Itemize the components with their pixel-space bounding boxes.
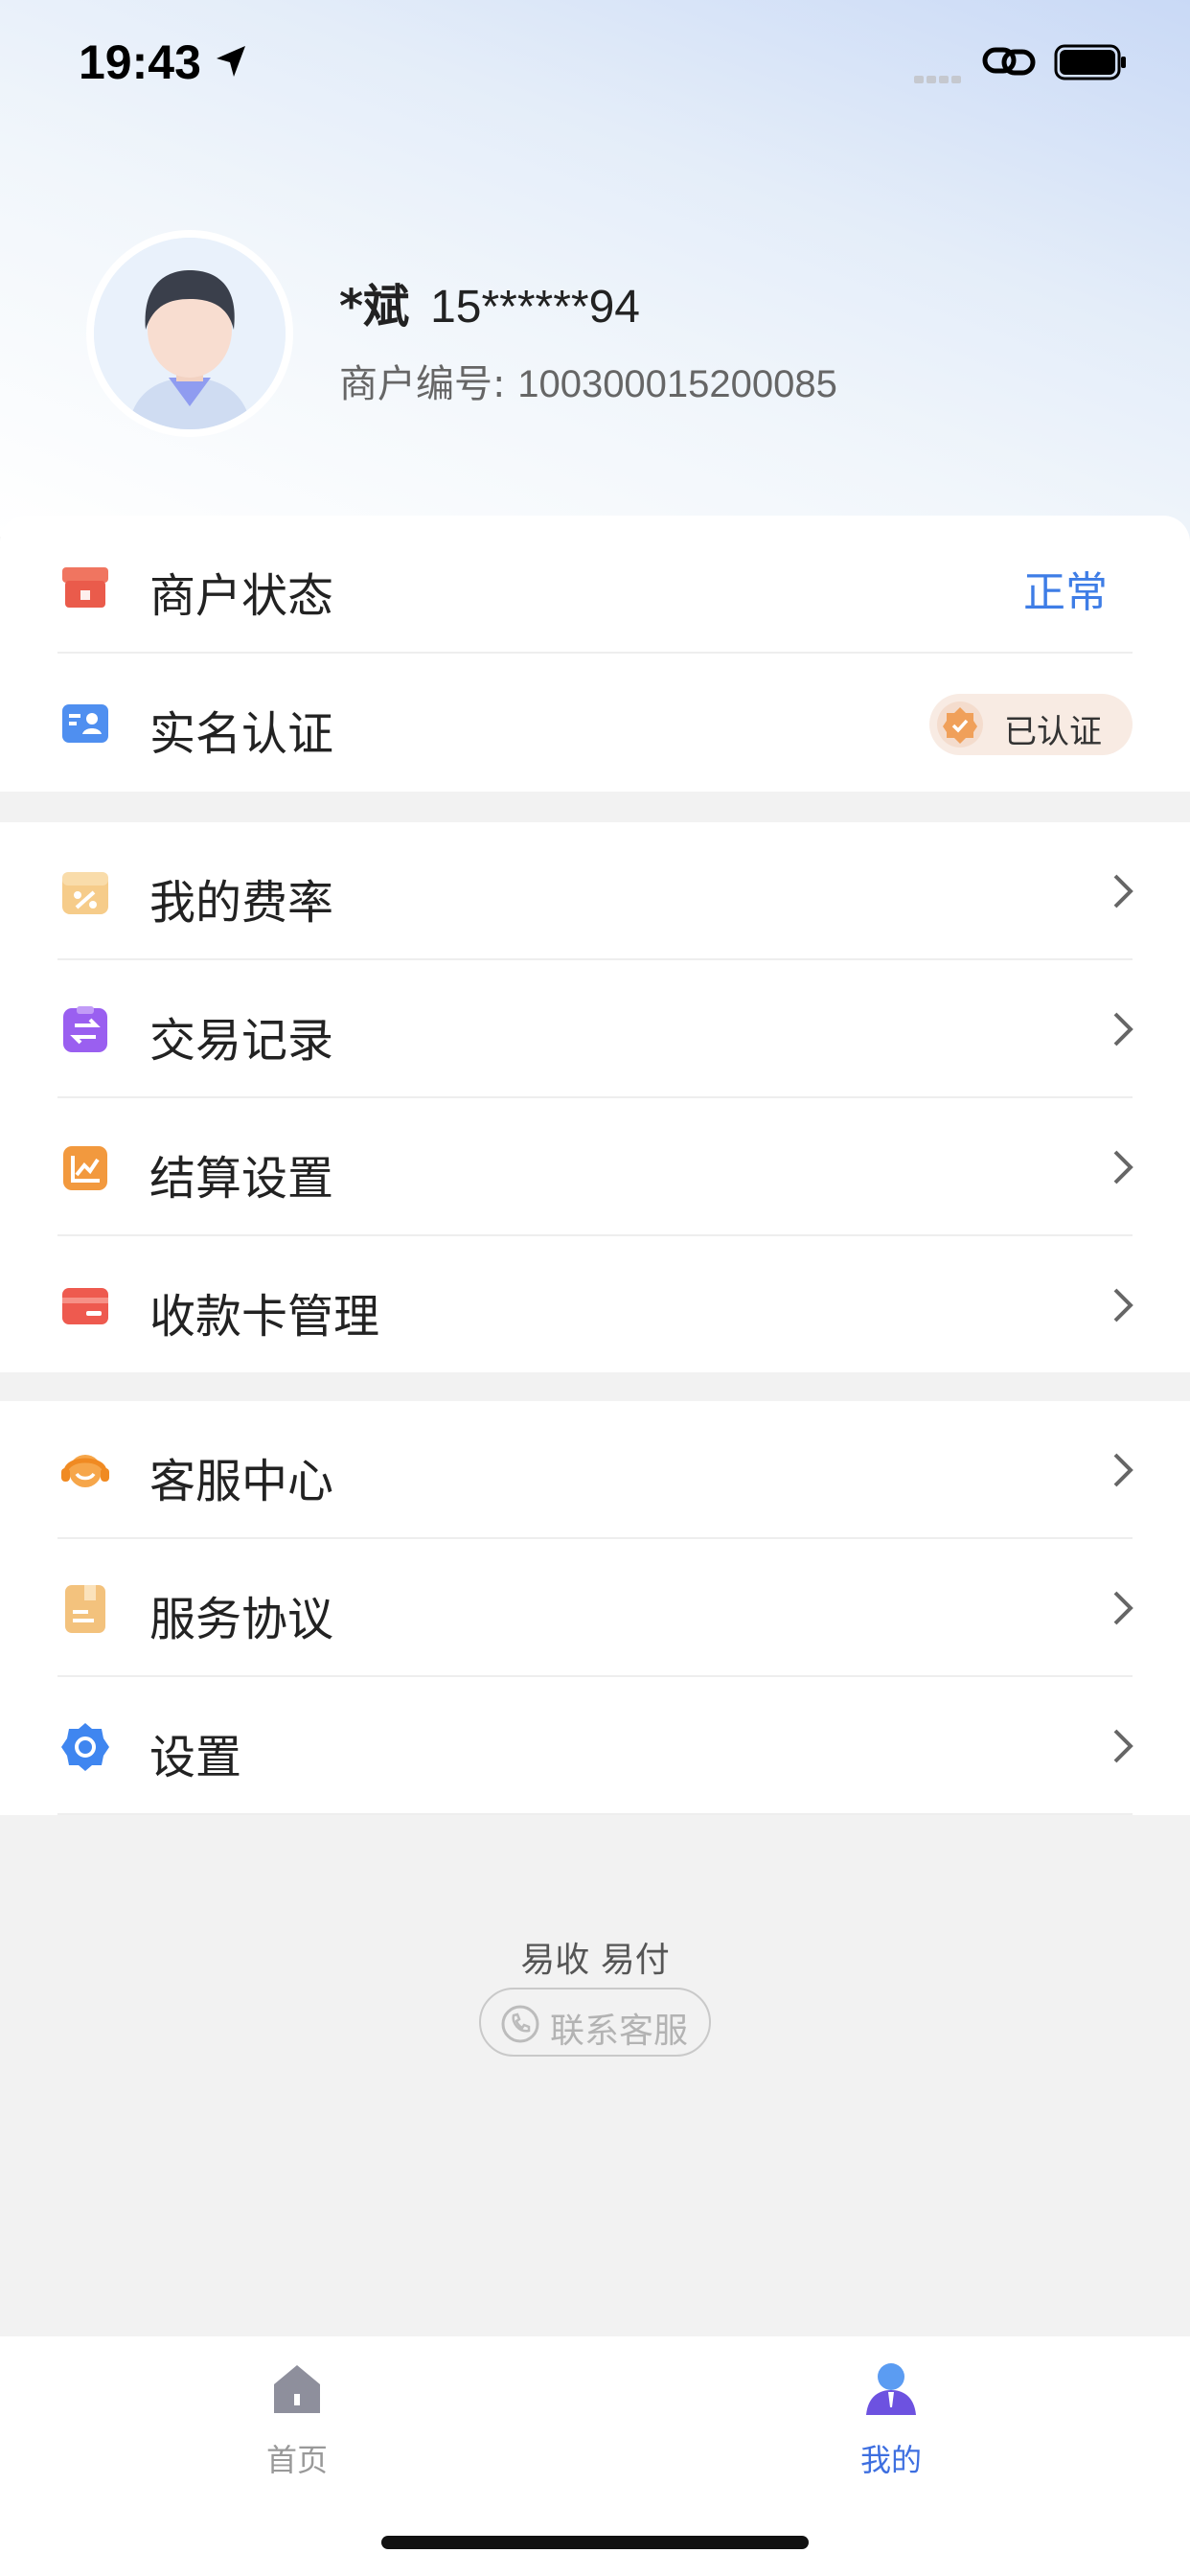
menu-item-label: 服务协议 bbox=[149, 1593, 334, 1646]
merchant-number-label: 商户编号: bbox=[339, 362, 506, 406]
status-time: 19:43 bbox=[79, 35, 201, 89]
chevron-right-icon bbox=[1113, 1591, 1133, 1625]
chevron-right-icon bbox=[1113, 1288, 1133, 1322]
id-card-icon bbox=[62, 704, 108, 743]
menu-item-label: 结算设置 bbox=[149, 1152, 334, 1206]
service-section: 客服中心 服务协议 设置 bbox=[0, 1401, 1190, 1815]
menu-item-customer-service[interactable]: 客服中心 bbox=[0, 1401, 1190, 1539]
user-display-name: *斌 bbox=[339, 280, 410, 334]
chevron-right-icon bbox=[1113, 874, 1133, 908]
menu-item-bank-card[interactable]: 收款卡管理 bbox=[0, 1236, 1190, 1374]
merchant-number-value: 100300015200085 bbox=[517, 363, 837, 405]
menu-item-agreement[interactable]: 服务协议 bbox=[0, 1539, 1190, 1677]
user-avatar-icon bbox=[94, 238, 286, 429]
menu-item-rate[interactable]: 我的费率 bbox=[0, 822, 1190, 960]
rate-percent-icon bbox=[62, 872, 108, 914]
battery-icon bbox=[1054, 44, 1126, 80]
contact-service-button[interactable]: 联系客服 bbox=[479, 1988, 711, 2057]
merchant-status-value: 正常 bbox=[1023, 568, 1108, 617]
menu-item-settings[interactable]: 设置 bbox=[0, 1677, 1190, 1815]
agreement-document-icon bbox=[65, 1585, 105, 1633]
chevron-right-icon bbox=[1113, 1150, 1133, 1184]
menu-item-label: 交易记录 bbox=[149, 1014, 334, 1068]
home-icon bbox=[274, 2365, 320, 2413]
signal-icon bbox=[914, 69, 964, 87]
chevron-right-icon bbox=[1113, 1729, 1133, 1763]
chevron-right-icon bbox=[1113, 1453, 1133, 1487]
menu-item-label: 客服中心 bbox=[149, 1455, 334, 1508]
real-name-row[interactable]: 实名认证 已认证 bbox=[0, 654, 1190, 792]
tab-home-label: 首页 bbox=[265, 2442, 328, 2478]
chevron-right-icon bbox=[1113, 1012, 1133, 1046]
status-bar: 19:43 bbox=[0, 0, 1190, 126]
divider bbox=[57, 1813, 1133, 1815]
user-phone: 15******94 bbox=[430, 282, 640, 333]
menu-item-settlement[interactable]: 结算设置 bbox=[0, 1098, 1190, 1236]
merchant-number: 商户编号: 100300015200085 bbox=[339, 353, 837, 408]
bank-card-icon bbox=[62, 1288, 108, 1324]
tab-mine[interactable]: 我的 bbox=[795, 2336, 987, 2490]
profile-header: *斌 15******94 商户编号: 100300015200085 bbox=[0, 220, 1190, 450]
menu-item-label: 收款卡管理 bbox=[149, 1290, 380, 1344]
gear-icon bbox=[61, 1723, 109, 1771]
account-section: 商户状态 正常 实名认证 已认证 bbox=[0, 516, 1190, 792]
link-icon bbox=[982, 47, 1036, 76]
brand-slogan: 易收 易付 bbox=[520, 1941, 670, 1980]
avatar[interactable] bbox=[86, 230, 293, 437]
settlement-chart-icon bbox=[63, 1146, 107, 1190]
verified-badge: 已认证 bbox=[929, 694, 1133, 755]
verified-badge-text: 已认证 bbox=[1004, 713, 1102, 751]
store-icon bbox=[62, 567, 108, 608]
merchant-status-row[interactable]: 商户状态 正常 bbox=[0, 516, 1190, 654]
location-arrow-icon bbox=[217, 46, 245, 77]
real-name-label: 实名认证 bbox=[149, 707, 334, 761]
user-name: *斌 15******94 bbox=[339, 268, 640, 335]
merchant-status-label: 商户状态 bbox=[149, 569, 334, 623]
headset-icon bbox=[61, 1455, 109, 1487]
contact-service-label: 联系客服 bbox=[550, 2012, 689, 2051]
menu-item-label: 设置 bbox=[149, 1731, 242, 1784]
home-indicator[interactable] bbox=[381, 2536, 809, 2549]
phone-icon bbox=[501, 2005, 539, 2043]
menu-item-transactions[interactable]: 交易记录 bbox=[0, 960, 1190, 1098]
transaction-record-icon bbox=[63, 1006, 107, 1052]
verified-shield-icon bbox=[937, 702, 983, 748]
user-profile-icon bbox=[866, 2363, 916, 2415]
business-section: 我的费率 交易记录 结算设置 收款卡管理 bbox=[0, 822, 1190, 1372]
tab-mine-label: 我的 bbox=[859, 2442, 922, 2478]
tab-home[interactable]: 首页 bbox=[201, 2336, 393, 2490]
menu-item-label: 我的费率 bbox=[149, 876, 334, 930]
